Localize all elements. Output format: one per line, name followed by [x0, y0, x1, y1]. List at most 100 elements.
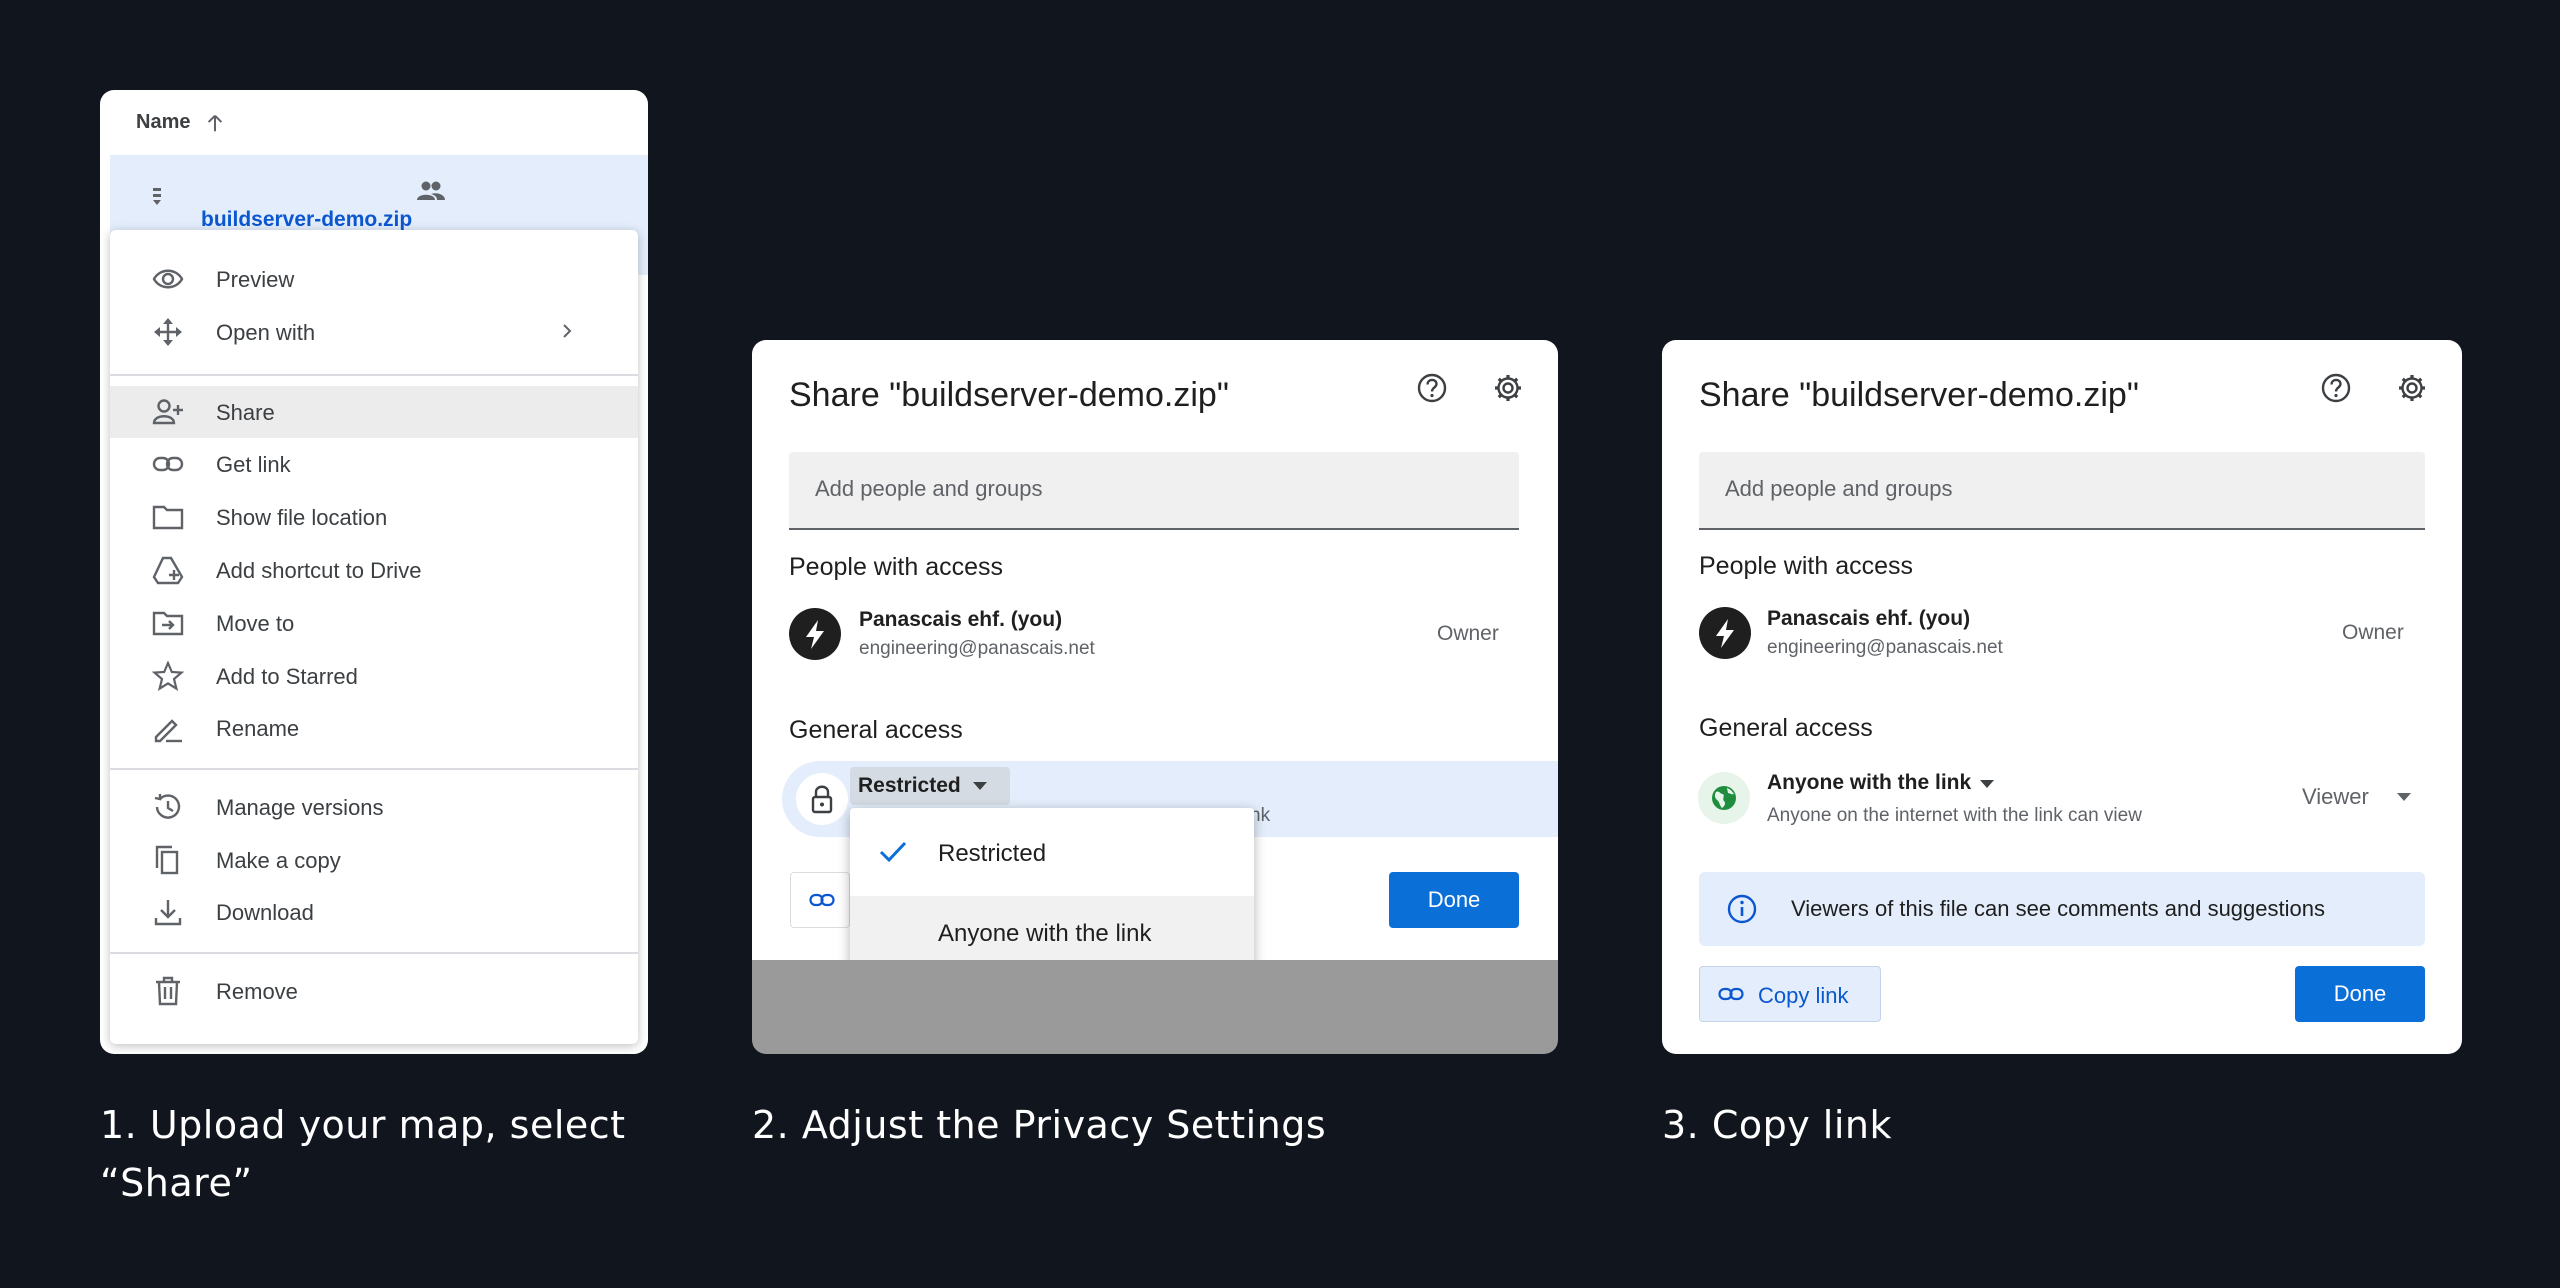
menu-divider	[110, 768, 638, 770]
menu-item-show-file-location[interactable]: Show file location	[110, 491, 638, 543]
access-level-dropdown[interactable]: Restricted	[850, 767, 1010, 805]
lightning-icon	[806, 620, 824, 649]
step-2-caption: 2. Adjust the Privacy Settings	[752, 1103, 1327, 1147]
lightning-icon	[1716, 619, 1734, 648]
dialog-title: Share "buildserver-demo.zip"	[1699, 376, 2139, 414]
menu-item-label: Move to	[216, 611, 295, 636]
menu-item-share[interactable]: Share	[110, 386, 638, 438]
menu-item-label: Share	[216, 400, 275, 425]
lock-icon	[811, 785, 833, 814]
download-icon	[154, 900, 182, 926]
info-text: Viewers of this file can see comments an…	[1791, 896, 2325, 921]
copy-link-label: Copy link	[1758, 983, 1849, 1008]
trash-icon	[156, 976, 180, 1006]
column-header-label: Name	[136, 111, 191, 133]
access-description: Anyone on the internet with the link can…	[1767, 805, 2142, 826]
option-restricted[interactable]: Restricted	[850, 816, 1254, 890]
menu-item-manage-versions[interactable]: Manage versions	[110, 781, 638, 833]
copy-link-button[interactable]: Copy link	[1699, 966, 1881, 1022]
step-1-caption-line-2: “Share”	[100, 1161, 253, 1205]
people-with-access-heading: People with access	[789, 553, 1004, 581]
help-icon[interactable]	[2320, 372, 2352, 404]
move-folder-icon	[152, 611, 184, 636]
move-icon	[154, 318, 182, 346]
person-add-icon	[152, 399, 183, 425]
person-email: engineering@panascais.net	[1767, 637, 2003, 658]
folder-icon	[152, 505, 184, 530]
option-label: Anyone with the link	[938, 920, 1152, 947]
owner-role: Owner	[1437, 622, 1499, 645]
menu-item-label: Make a copy	[216, 848, 341, 873]
avatar	[1699, 607, 1751, 659]
globe-icon	[1712, 786, 1736, 810]
link-icon	[152, 456, 184, 472]
share-dialog-anyone-panel: Share "buildserver-demo.zip" Add people …	[1662, 340, 2462, 1054]
avatar	[789, 608, 841, 660]
menu-item-make-a-copy[interactable]: Make a copy	[110, 834, 638, 886]
caret-down-icon[interactable]	[2396, 792, 2412, 802]
done-button[interactable]: Done	[1389, 872, 1519, 928]
sort-up-arrow-icon[interactable]	[204, 112, 226, 134]
people-with-access-heading: People with access	[1699, 552, 1914, 580]
caret-down-icon[interactable]	[1979, 779, 1995, 789]
share-dialog-restricted-panel: Share "buildserver-demo.zip" Add people …	[752, 340, 1558, 1054]
link-icon	[1718, 987, 1744, 1001]
add-people-placeholder: Add people and groups	[815, 476, 1043, 501]
menu-item-remove[interactable]: Remove	[110, 965, 638, 1017]
link-icon	[809, 893, 835, 907]
done-button[interactable]: Done	[2295, 966, 2425, 1022]
add-people-input[interactable]: Add people and groups	[1699, 452, 2425, 530]
chevron-right-icon	[563, 324, 572, 338]
eye-icon	[152, 269, 184, 289]
checkmark-icon	[879, 841, 907, 863]
access-options-menu: Restricted Anyone with the link	[850, 808, 1254, 960]
access-level-value: Restricted	[858, 774, 961, 797]
option-label: Restricted	[938, 840, 1047, 867]
menu-item-label: Remove	[216, 979, 298, 1004]
globe-badge	[1698, 772, 1750, 824]
info-icon	[1727, 894, 1757, 924]
menu-item-preview[interactable]: Preview	[110, 253, 638, 305]
file-name[interactable]: buildserver-demo.zip	[201, 208, 412, 232]
name-column-header[interactable]: Name	[100, 90, 648, 155]
menu-item-label: Get link	[216, 452, 291, 477]
role-dropdown[interactable]: Viewer	[2302, 784, 2369, 810]
menu-item-get-link[interactable]: Get link	[110, 438, 638, 490]
access-level-dropdown[interactable]: Anyone with the link	[1767, 771, 1971, 795]
lock-badge	[796, 773, 848, 825]
menu-item-label: Rename	[216, 716, 300, 741]
menu-item-download[interactable]: Download	[110, 886, 638, 938]
menu-item-open-with[interactable]: Open with	[110, 306, 638, 358]
step-3-caption: 3. Copy link	[1662, 1103, 1893, 1147]
menu-item-label: Add to Starred	[216, 664, 358, 689]
gear-icon[interactable]	[1492, 372, 1524, 404]
star-icon	[152, 661, 184, 691]
file-list-panel: Name buildserver-demo.zip Preview Open w…	[100, 90, 648, 1054]
shared-people-icon	[417, 181, 445, 200]
copy-link-button[interactable]	[790, 872, 850, 928]
menu-item-label: Open with	[216, 320, 316, 345]
gear-icon[interactable]	[2396, 372, 2428, 404]
menu-divider	[110, 952, 638, 954]
step-1-caption: 1. Upload your map, select “Share”	[100, 1096, 626, 1212]
copy-icon	[155, 845, 179, 875]
help-icon[interactable]	[1416, 372, 1448, 404]
context-menu: Preview Open with Share Get link Show fi…	[110, 230, 638, 1044]
add-people-input[interactable]: Add people and groups	[789, 452, 1519, 530]
share-dialog: Share "buildserver-demo.zip" Add people …	[752, 340, 1558, 960]
caret-down-icon	[973, 782, 987, 790]
menu-item-label: Download	[216, 900, 314, 925]
zip-file-icon	[153, 188, 161, 205]
menu-item-add-shortcut[interactable]: Add shortcut to Drive	[110, 544, 638, 596]
menu-item-label: Manage versions	[216, 795, 384, 820]
drive-shortcut-icon	[152, 556, 184, 585]
person-name: Panascais ehf. (you)	[859, 608, 1063, 631]
pencil-icon	[154, 719, 182, 743]
menu-item-rename[interactable]: Rename	[110, 702, 638, 754]
general-access-heading: General access	[1699, 714, 1873, 742]
menu-item-move-to[interactable]: Move to	[110, 597, 638, 649]
owner-role: Owner	[2342, 621, 2404, 644]
option-anyone-with-link[interactable]: Anyone with the link	[850, 896, 1254, 960]
menu-item-add-to-starred[interactable]: Add to Starred	[110, 650, 638, 702]
menu-item-label: Preview	[216, 267, 295, 292]
